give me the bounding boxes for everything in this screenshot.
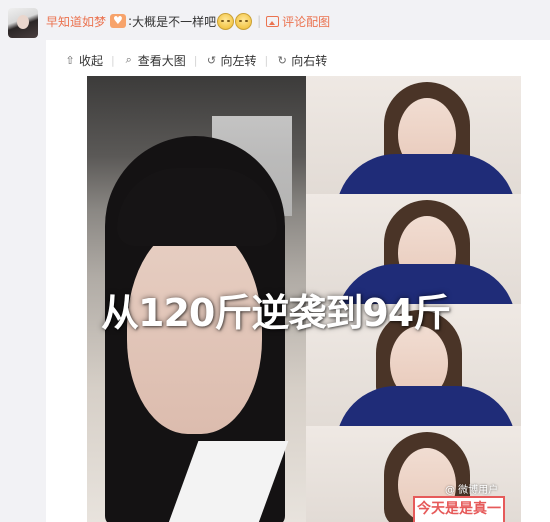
comment-frame: 早知道如梦 : 大概是不一样吧 | 评论配图 ⇧ 收起 | ⌕ 查看大图 | ↺… [0,0,550,522]
overlay-caption: 从120斤逆袭到94斤 [101,291,451,335]
member-badge-icon [110,14,127,28]
magnifier-icon: ⌕ [125,53,132,66]
portrait-thumb [306,76,521,194]
rotate-left-label: 向左转 [220,53,257,68]
picture-icon [266,15,280,27]
toolbar-separator: | [193,53,198,67]
rotate-right-label: 向右转 [291,53,328,68]
toolbar-separator: | [111,53,115,67]
rotate-left-button[interactable]: ↺ 向左转 [205,52,257,69]
corner-caption: 今天是是真一 [413,496,505,522]
avatar[interactable] [8,8,38,38]
dizzy-face-emoji-icon [217,12,235,30]
toolbar-separator: | [264,53,269,67]
comment-line: 早知道如梦 : 大概是不一样吧 | 评论配图 [46,12,330,30]
image-toolbar: ⇧ 收起 | ⌕ 查看大图 | ↺ 向左转 | ↻ 向右转 [64,52,327,68]
view-large-button[interactable]: ⌕ 查看大图 [123,52,186,69]
collapse-label: 收起 [79,53,104,68]
comment-text: 大概是不一样吧 [132,14,217,29]
arrow-up-icon: ⇧ [65,53,75,67]
dizzy-face-emoji-icon [235,12,253,30]
rotate-right-icon: ↻ [277,53,287,67]
watermark: @ 微博用户 [445,485,499,496]
username-link[interactable]: 早知道如梦 [46,13,106,30]
collapse-button[interactable]: ⇧ 收起 [64,52,103,69]
rotate-right-button[interactable]: ↻ 向右转 [276,52,328,69]
view-large-label: 查看大图 [137,53,186,68]
separator: | [257,14,262,28]
reply-with-image-link[interactable]: 评论配图 [282,13,330,30]
comment-image[interactable]: 从120斤逆袭到94斤 @ 微博用户 今天是是真一 [87,76,521,522]
rotate-left-icon: ↺ [206,53,217,67]
